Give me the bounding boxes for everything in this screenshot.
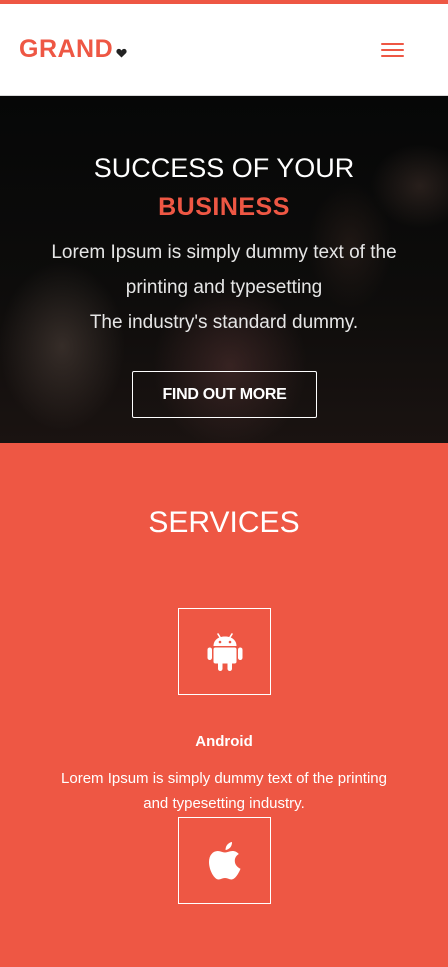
hero-text-line2: printing and typesetting (125, 277, 323, 298)
hero-title: SUCCESS OF YOUR (93, 153, 355, 183)
service-desc-android-line2: and typesetting industry. (143, 795, 305, 812)
android-service-icon-box (178, 608, 271, 695)
hamburger-menu-button[interactable] (380, 40, 406, 60)
services-section: SERVICES Android Lorem Ipsum is simply d… (0, 443, 448, 967)
apple-service-icon-box (178, 817, 271, 904)
brand-name: GRAND (19, 35, 114, 63)
find-out-more-button[interactable]: FIND OUT MORE (132, 371, 317, 418)
heart-icon (116, 48, 127, 58)
service-desc-android-line1: Lorem Ipsum is simply dummy text of the … (61, 770, 387, 787)
android-icon (207, 632, 242, 671)
hero-highlight: BUSINESS (158, 193, 290, 221)
navbar: GRAND (0, 4, 448, 96)
hero-text-line1: Lorem Ipsum is simply dummy text of the (51, 242, 397, 263)
hero-text-line3: The industry's standard dummy. (89, 312, 359, 333)
brand-logo[interactable]: GRAND (19, 34, 127, 64)
services-title: SERVICES (148, 506, 300, 539)
service-name-android: Android (195, 733, 253, 750)
hamburger-menu-icon (381, 43, 404, 45)
apple-icon (208, 841, 240, 879)
hero-section: SUCCESS OF YOUR BUSINESS Lorem Ipsum is … (0, 96, 448, 443)
